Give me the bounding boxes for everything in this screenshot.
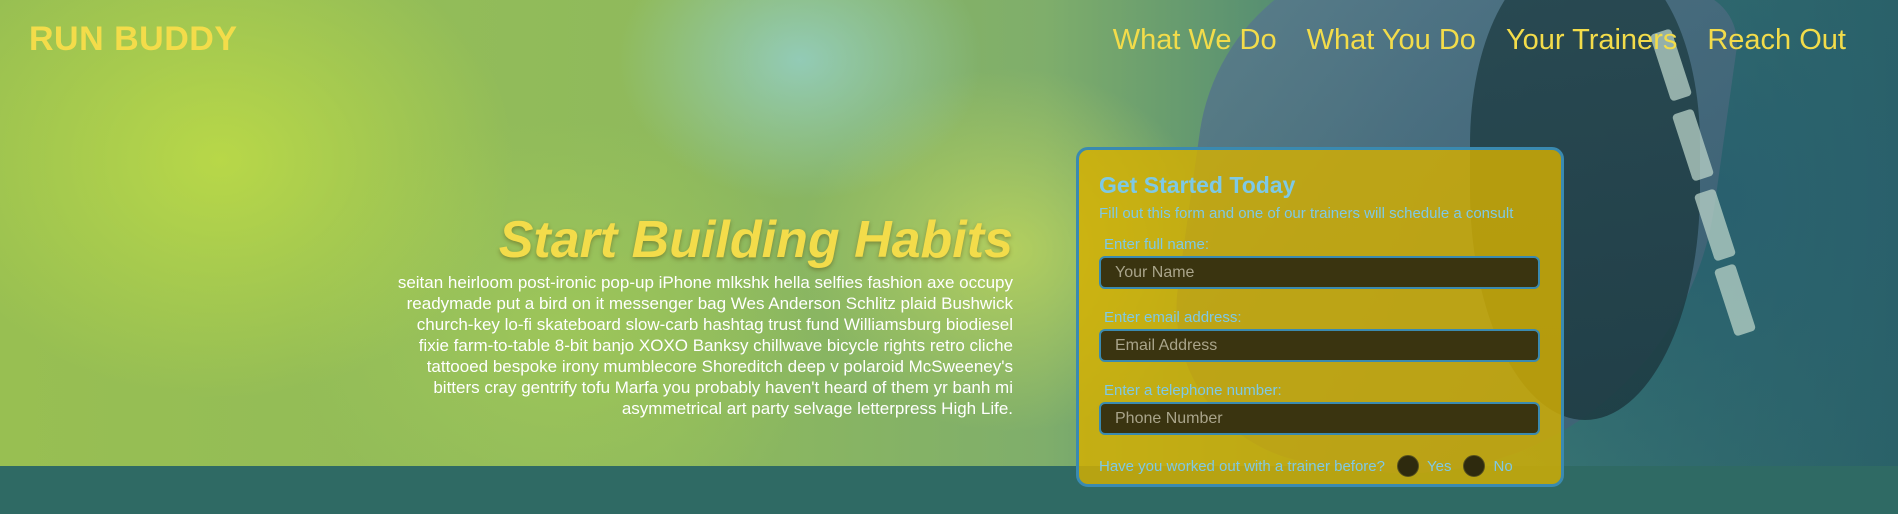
get-started-form: Get Started Today Fill out this form and… [1076, 147, 1564, 487]
phone-label: Enter a telephone number: [1104, 382, 1282, 399]
phone-input[interactable] [1099, 402, 1540, 435]
trainer-question-label: Have you worked out with a trainer befor… [1099, 457, 1385, 475]
hero-body-text: seitan heirloom post-ironic pop-up iPhon… [397, 273, 1013, 418]
main-nav: What We Do What You Do Your Trainers Rea… [1113, 24, 1846, 57]
email-input[interactable] [1099, 329, 1540, 362]
nav-link-reach-out[interactable]: Reach Out [1707, 24, 1846, 57]
no-radio[interactable] [1463, 455, 1486, 477]
yes-radio[interactable] [1397, 455, 1419, 477]
nav-link-what-you-do[interactable]: What You Do [1307, 24, 1476, 57]
nav-link-your-trainers[interactable]: Your Trainers [1506, 24, 1677, 57]
no-radio-label: No [1493, 457, 1513, 475]
hero-title: Start Building Habits [498, 211, 1013, 269]
trainer-question-row: Have you worked out with a trainer befor… [1099, 455, 1541, 477]
brand-logo[interactable]: RUN BUDDY [29, 20, 238, 59]
nav-link-what-we-do[interactable]: What We Do [1113, 24, 1277, 57]
name-label: Enter full name: [1104, 236, 1210, 253]
yes-radio-label: Yes [1427, 457, 1452, 475]
form-subtitle: Fill out this form and one of our traine… [1099, 205, 1514, 222]
hero-section: Start Building Habits seitan heirloom po… [385, 210, 1013, 419]
form-title: Get Started Today [1099, 172, 1296, 198]
name-input[interactable] [1099, 256, 1540, 289]
email-label: Enter email address: [1104, 309, 1242, 326]
